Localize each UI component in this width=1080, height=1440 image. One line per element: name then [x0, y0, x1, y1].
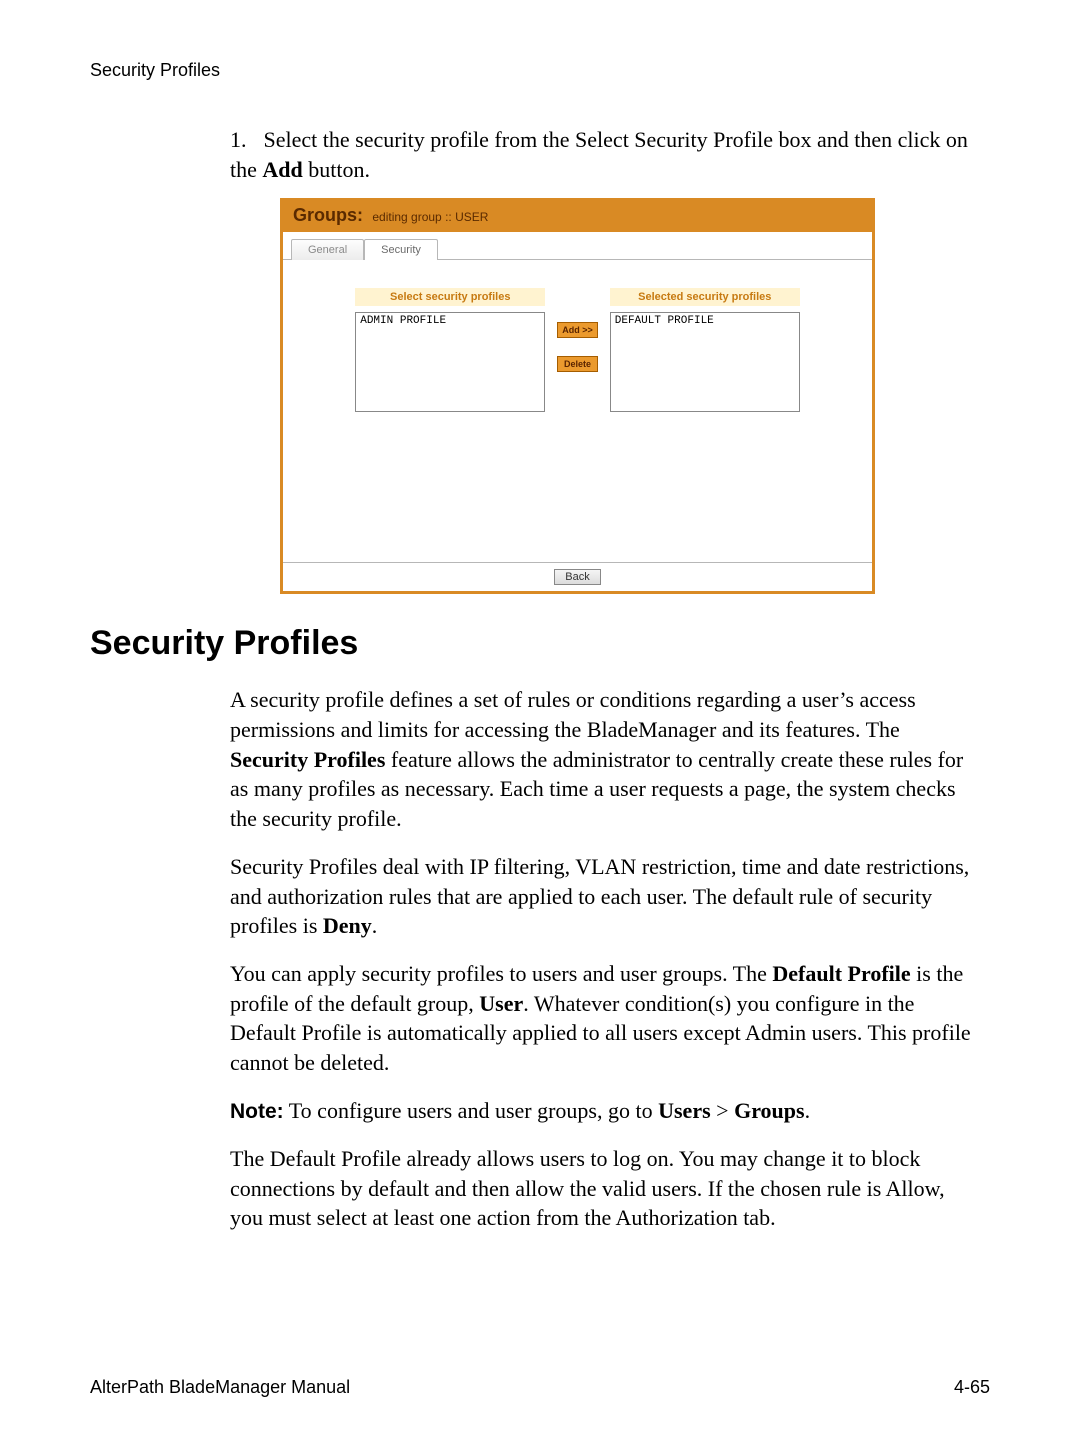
screenshot-header: Groups: editing group :: USER	[283, 201, 872, 232]
p3-d: User	[479, 991, 523, 1016]
selected-profiles-listbox[interactable]: DEFAULT PROFILE	[610, 312, 800, 412]
p1-b: Security Profiles	[230, 747, 385, 772]
page-footer: AlterPath BladeManager Manual 4-65	[90, 1377, 990, 1398]
screenshot-groups-security: Groups: editing group :: USER General Se…	[280, 198, 875, 594]
transfer-buttons: Add >> Delete	[557, 288, 598, 412]
note-label: Note:	[230, 1100, 284, 1123]
selected-profiles-title: Selected security profiles	[610, 288, 800, 306]
list-item[interactable]: DEFAULT PROFILE	[615, 315, 795, 327]
select-profiles-listbox[interactable]: ADMIN PROFILE	[355, 312, 545, 412]
screenshot-footer: Back	[283, 562, 872, 591]
p4-d: >	[711, 1098, 734, 1123]
p2-b: Deny	[323, 913, 372, 938]
header-subtitle: editing group :: USER	[372, 210, 488, 224]
paragraph-5: The Default Profile already allows users…	[230, 1144, 980, 1233]
p4-b: To configure users and user groups, go t…	[284, 1098, 658, 1123]
p1-a: A security profile defines a set of rule…	[230, 687, 916, 742]
step-number: 1.	[230, 125, 258, 155]
back-button[interactable]: Back	[554, 569, 600, 585]
p3-a: You can apply security profiles to users…	[230, 961, 772, 986]
running-head: Security Profiles	[90, 60, 990, 81]
paragraph-1: A security profile defines a set of rule…	[230, 685, 980, 833]
delete-button[interactable]: Delete	[557, 356, 598, 372]
selected-profiles-column: Selected security profiles DEFAULT PROFI…	[610, 288, 800, 412]
paragraph-4-note: Note: To configure users and user groups…	[230, 1096, 980, 1126]
tabs-row: General Security	[283, 232, 872, 260]
paragraph-2: Security Profiles deal with IP filtering…	[230, 852, 980, 941]
footer-right: 4-65	[954, 1377, 990, 1398]
tab-security[interactable]: Security	[364, 239, 438, 260]
step-text-bold: Add	[262, 157, 302, 182]
paragraph-3: You can apply security profiles to users…	[230, 959, 980, 1078]
p4-e: Groups	[734, 1098, 805, 1123]
profiles-area: Select security profiles ADMIN PROFILE A…	[283, 260, 872, 562]
list-item[interactable]: ADMIN PROFILE	[360, 315, 540, 327]
section-heading-security-profiles: Security Profiles	[90, 624, 990, 663]
p4-c: Users	[658, 1098, 711, 1123]
p3-b: Default Profile	[772, 961, 910, 986]
p2-c: .	[372, 913, 378, 938]
header-groups-label: Groups:	[293, 205, 363, 225]
step-text-post: button.	[303, 157, 370, 182]
footer-left: AlterPath BladeManager Manual	[90, 1377, 350, 1398]
tab-general[interactable]: General	[291, 239, 364, 260]
select-profiles-title: Select security profiles	[355, 288, 545, 306]
add-button[interactable]: Add >>	[557, 322, 598, 338]
p4-f: .	[805, 1098, 811, 1123]
step-1: 1. Select the security profile from the …	[230, 125, 980, 184]
select-profiles-column: Select security profiles ADMIN PROFILE	[355, 288, 545, 412]
